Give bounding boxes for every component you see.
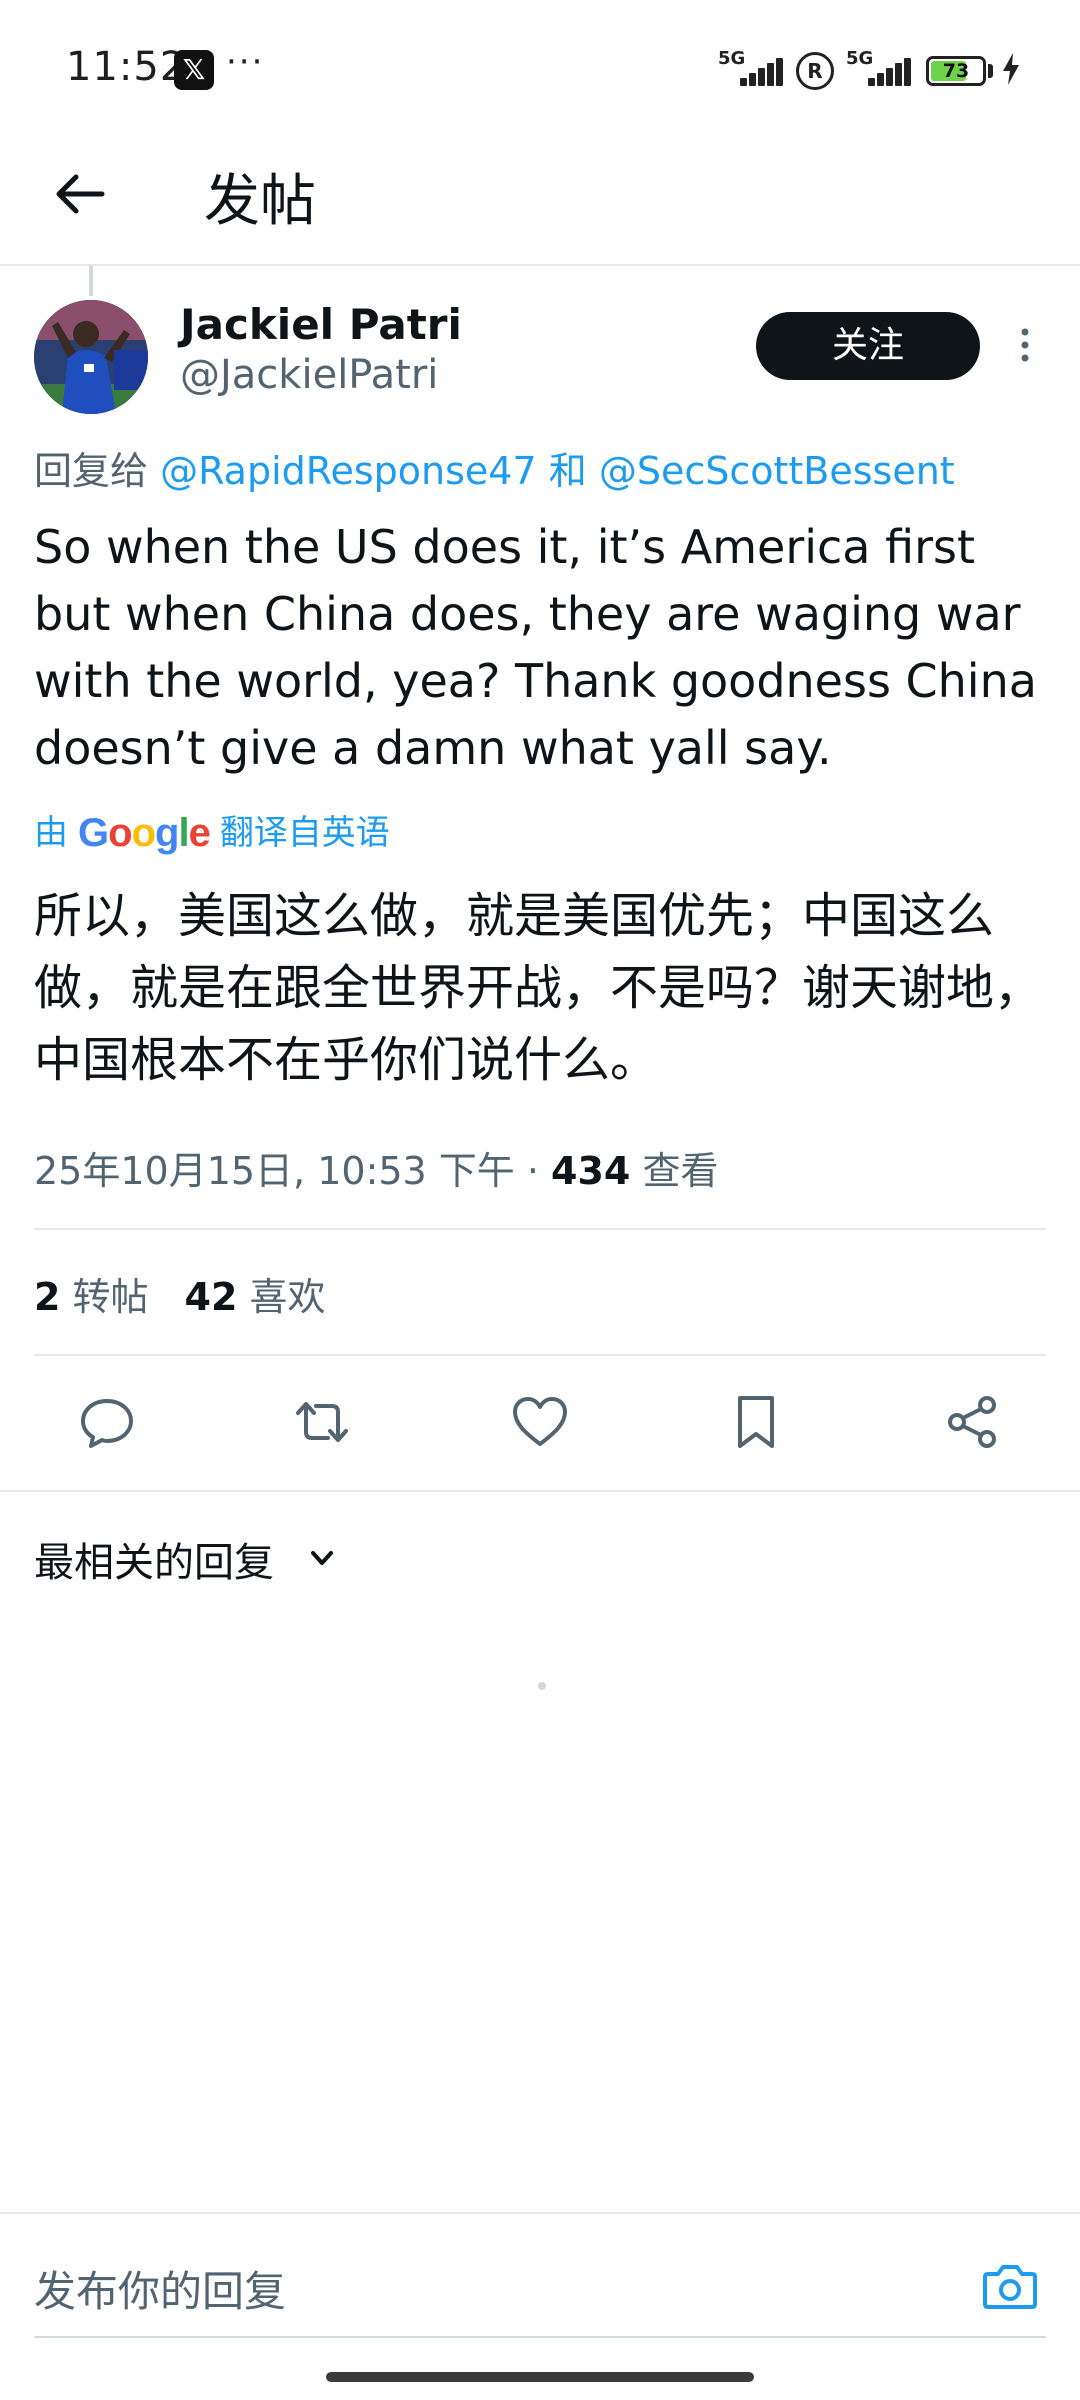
mention-link[interactable]: @RapidResponse47 xyxy=(160,449,537,493)
camera-icon[interactable] xyxy=(980,2256,1040,2316)
reposts-stat[interactable]: 2 转帖 xyxy=(34,1275,149,1319)
arrow-left-icon[interactable] xyxy=(50,164,110,224)
signal-5g-icon: 5G xyxy=(718,48,784,88)
registered-icon: R xyxy=(796,52,834,90)
reply-input[interactable]: 发布你的回复 xyxy=(34,2258,286,2319)
divider xyxy=(34,1228,1046,1230)
post-timestamp: 25年10月15日, 10:53 下午 · 434 查看 xyxy=(34,1140,718,1195)
translate-prefix: 由 xyxy=(34,813,68,853)
avatar[interactable] xyxy=(34,300,148,414)
page-title: 发帖 xyxy=(204,169,316,234)
post-detail-screen: 11:52 𝕏 ··· 5G R 5G 73 发帖 Jackiel Patri … xyxy=(0,0,1080,2400)
share-icon[interactable] xyxy=(942,1392,1002,1452)
like-icon[interactable] xyxy=(510,1392,570,1452)
more-notifications-icon: ··· xyxy=(226,42,265,82)
views-label: 查看 xyxy=(630,1149,719,1193)
status-time: 11:52 xyxy=(66,44,187,90)
reply-to-line: 回复给 @RapidResponse47 和 @SecScottBessent xyxy=(34,440,955,495)
signal-5g-icon-2: 5G xyxy=(846,48,912,88)
engagement-stats: 2 转帖 42 喜欢 xyxy=(34,1266,326,1321)
translated-text: 所以，美国这么做，就是美国优先；中国这么做，就是在跟全世界开战，不是吗？谢天谢地… xyxy=(34,888,1043,1088)
home-indicator[interactable] xyxy=(326,2372,754,2382)
compose-underline xyxy=(34,2336,1046,2338)
battery-cap xyxy=(988,64,993,78)
translate-suffix: 翻译自英语 xyxy=(219,813,390,853)
reposts-label: 转帖 xyxy=(60,1275,149,1319)
signal-label: 5G xyxy=(718,48,746,69)
reposts-count: 2 xyxy=(34,1275,61,1319)
compose-reply-bar: 发布你的回复 xyxy=(0,2212,1080,2342)
reply-conjunction: 和 xyxy=(548,449,587,493)
translation-attribution[interactable]: 由 Google 翻译自英语 xyxy=(34,808,390,858)
reply-prefix: 回复给 xyxy=(34,449,149,493)
likes-count: 42 xyxy=(184,1275,238,1319)
timestamp-text: 25年10月15日, 10:53 下午 · xyxy=(34,1149,552,1193)
loading-indicator xyxy=(538,1682,546,1690)
signal-label: 5G xyxy=(846,48,874,69)
mention-link[interactable]: @SecScottBessent xyxy=(599,449,955,493)
avatar-image xyxy=(34,300,148,414)
google-logo: Google xyxy=(78,811,211,855)
status-bar: 11:52 𝕏 ··· 5G R 5G 73 xyxy=(0,0,1080,132)
more-options-icon[interactable] xyxy=(1010,320,1040,370)
divider xyxy=(34,1354,1046,1356)
likes-label: 喜欢 xyxy=(237,1275,326,1319)
author-handle[interactable]: @JackielPatri xyxy=(180,352,438,398)
charging-bolt-icon xyxy=(1003,53,1019,85)
thread-connector xyxy=(89,266,93,296)
author-name[interactable]: Jackiel Patri xyxy=(180,300,462,349)
bookmark-icon[interactable] xyxy=(726,1392,786,1452)
battery-icon: 73 xyxy=(926,56,986,86)
views-count: 434 xyxy=(551,1149,631,1193)
battery-level: 73 xyxy=(942,60,970,82)
top-app-bar: 发帖 xyxy=(0,132,1080,266)
replies-sort-dropdown[interactable]: 最相关的回复 xyxy=(34,1530,274,1588)
follow-button[interactable]: 关注 xyxy=(756,312,980,380)
chevron-down-icon[interactable] xyxy=(306,1542,338,1574)
post-text: So when the US does it, it’s America fir… xyxy=(34,520,1037,775)
likes-stat[interactable]: 42 喜欢 xyxy=(185,1275,326,1319)
x-app-icon: 𝕏 xyxy=(174,50,214,90)
repost-icon[interactable] xyxy=(292,1392,352,1452)
reply-icon[interactable] xyxy=(77,1392,137,1452)
divider xyxy=(0,1490,1080,1492)
